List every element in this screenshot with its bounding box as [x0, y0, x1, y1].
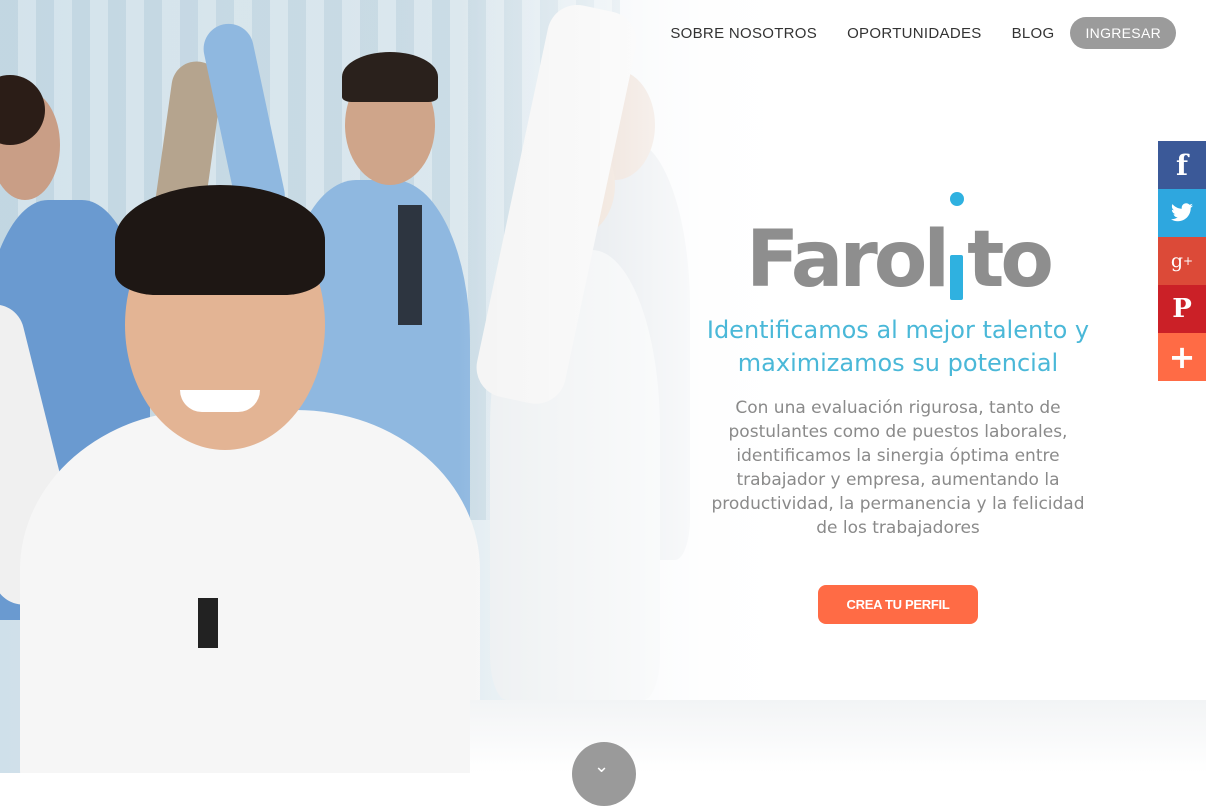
social-share-bar: f g + P + — [1158, 141, 1206, 381]
nav-link-about[interactable]: SOBRE NOSOTROS — [670, 25, 817, 42]
twitter-icon[interactable] — [1158, 189, 1206, 237]
logo-i-glyph — [946, 192, 967, 300]
pinterest-icon[interactable]: P — [1158, 285, 1206, 333]
hero-description: Con una evaluación rigurosa, tanto de po… — [711, 398, 1085, 539]
facebook-icon[interactable]: f — [1158, 141, 1206, 189]
scroll-down-button[interactable]: ⌄ — [572, 742, 636, 806]
logo-text-suffix: to — [967, 215, 1054, 305]
nav-link-blog[interactable]: BLOG — [1012, 25, 1055, 42]
logo-text-prefix: Farol — [745, 215, 950, 305]
create-profile-button[interactable]: CREA TU PERFIL — [817, 585, 979, 625]
chevron-down-icon: ⌄ — [594, 756, 610, 777]
hero-content: Farol to Identificamos al mejor talento y… — [700, 192, 1096, 625]
google-plus-icon[interactable]: g + — [1158, 237, 1206, 285]
hero-tagline: Identificamos al mejor talento y maximiz… — [706, 316, 1090, 377]
nav-link-opportunities[interactable]: OPORTUNIDADES — [847, 25, 981, 42]
top-navigation: SOBRE NOSOTROS OPORTUNIDADES BLOG INGRES… — [670, 17, 1176, 49]
farolito-logo: Farol to — [700, 192, 1096, 305]
login-button[interactable]: INGRESAR — [1070, 17, 1176, 49]
share-plus-icon[interactable]: + — [1158, 333, 1206, 381]
